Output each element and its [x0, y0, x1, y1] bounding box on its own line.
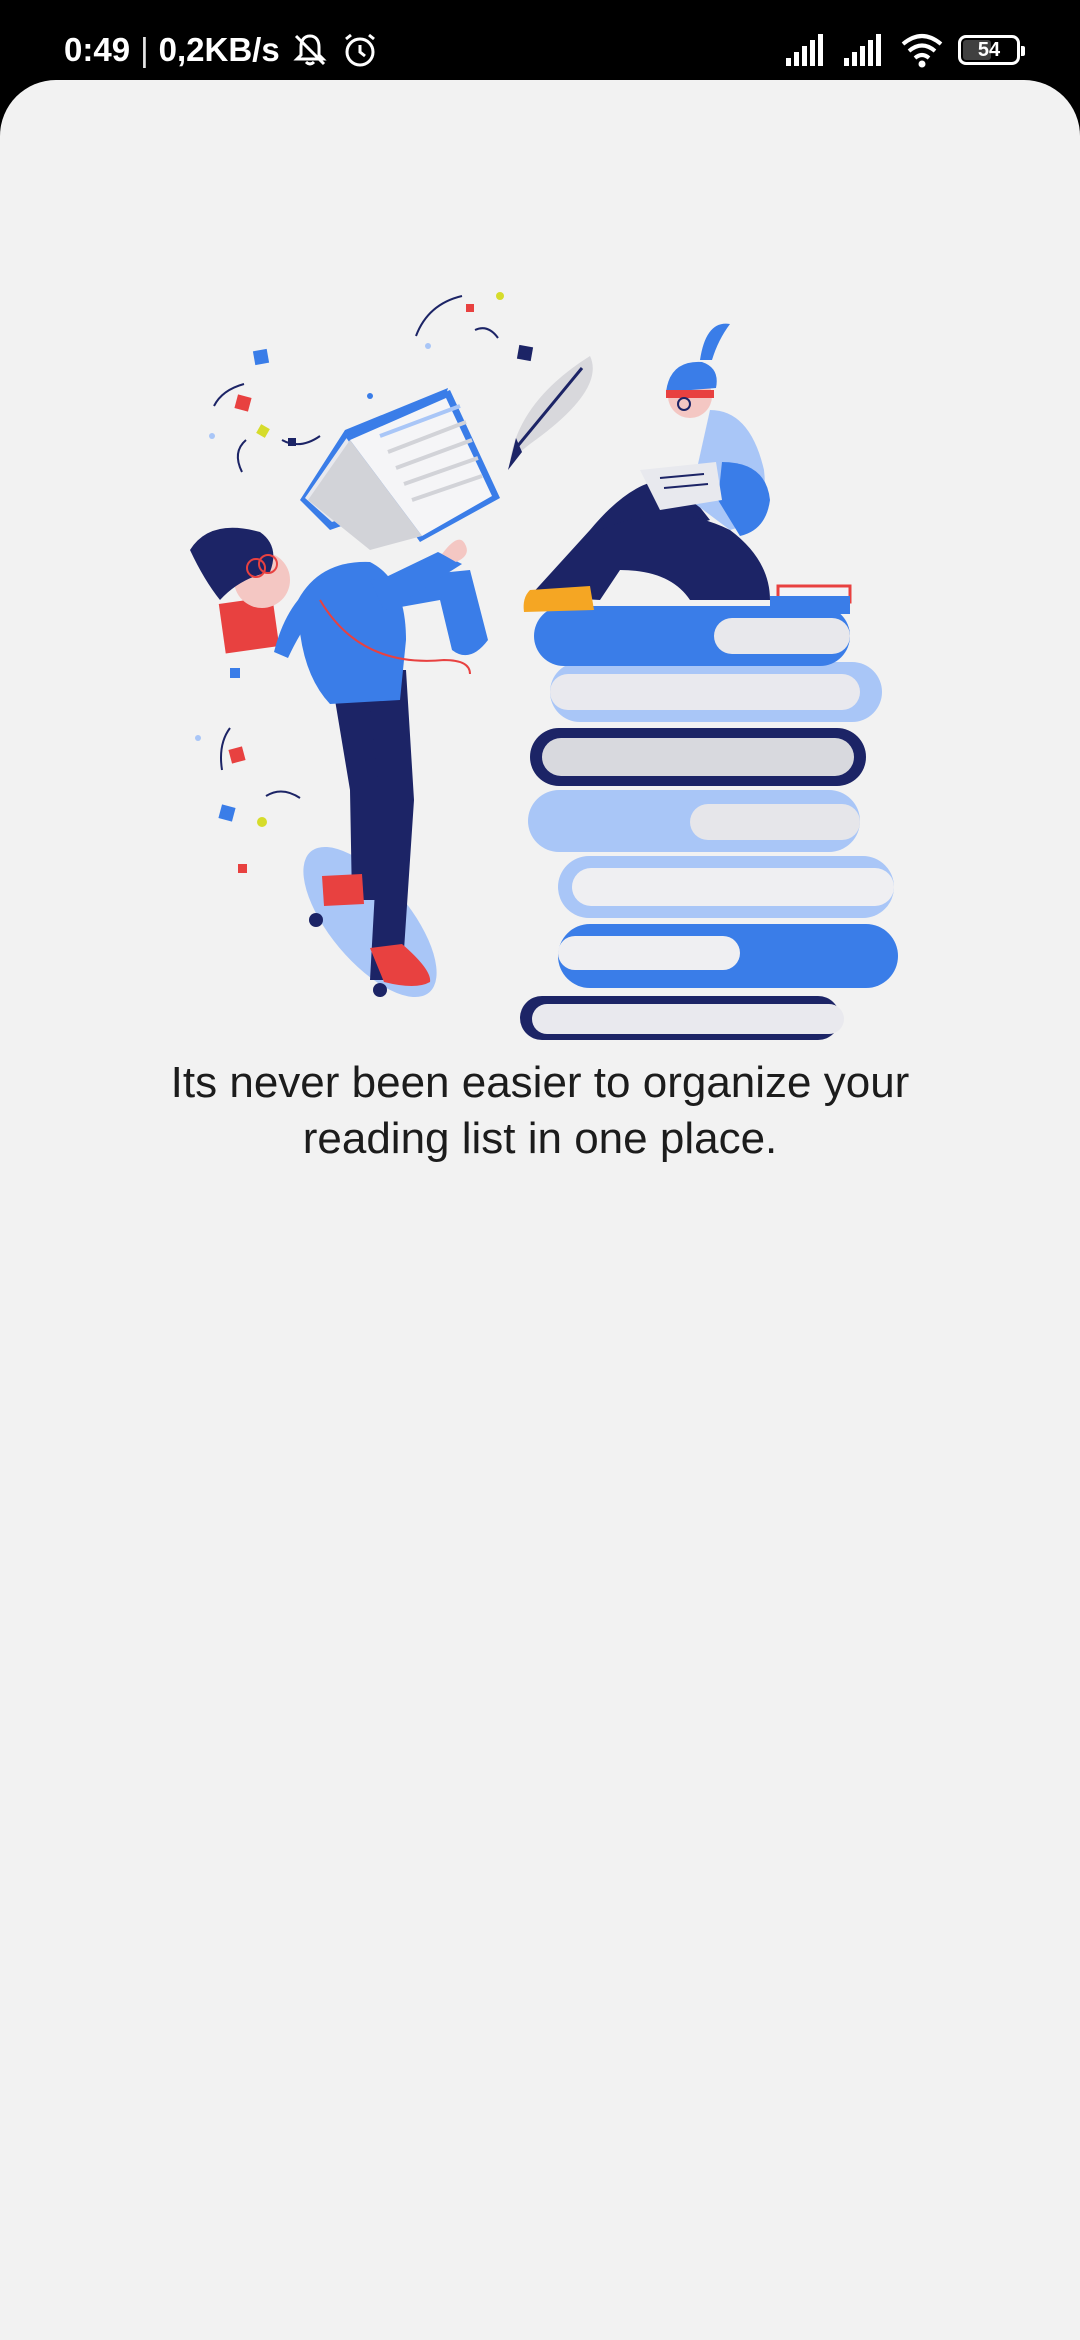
caption-line-1: Its never been easier to organize your	[170, 1058, 910, 1107]
flying-book	[300, 388, 500, 550]
onboarding-caption: Its never been easier to organize your r…	[80, 1055, 1000, 1167]
reader-figure	[523, 323, 770, 612]
caption-line-2: reading list in one place.	[302, 1114, 778, 1163]
mute-icon	[290, 30, 330, 70]
network-speed: 0,2KB/s	[158, 31, 280, 68]
skater-figure	[190, 527, 488, 998]
status-time: 0:49	[64, 31, 131, 68]
alarm-icon	[340, 30, 380, 70]
status-bar: 0:49 | 0,2KB/s 54	[0, 0, 1080, 80]
signal-icon	[842, 30, 882, 70]
feather	[508, 356, 593, 470]
reading-illustration	[170, 200, 910, 1060]
signal-icon	[784, 30, 824, 70]
wifi-icon	[900, 30, 943, 70]
battery-icon: 54	[958, 35, 1025, 65]
status-separator: |	[140, 31, 149, 68]
battery-level: 54	[977, 38, 1001, 61]
onboarding-screen: Its never been easier to organize your r…	[0, 80, 1080, 2340]
book-stack	[520, 584, 898, 1040]
